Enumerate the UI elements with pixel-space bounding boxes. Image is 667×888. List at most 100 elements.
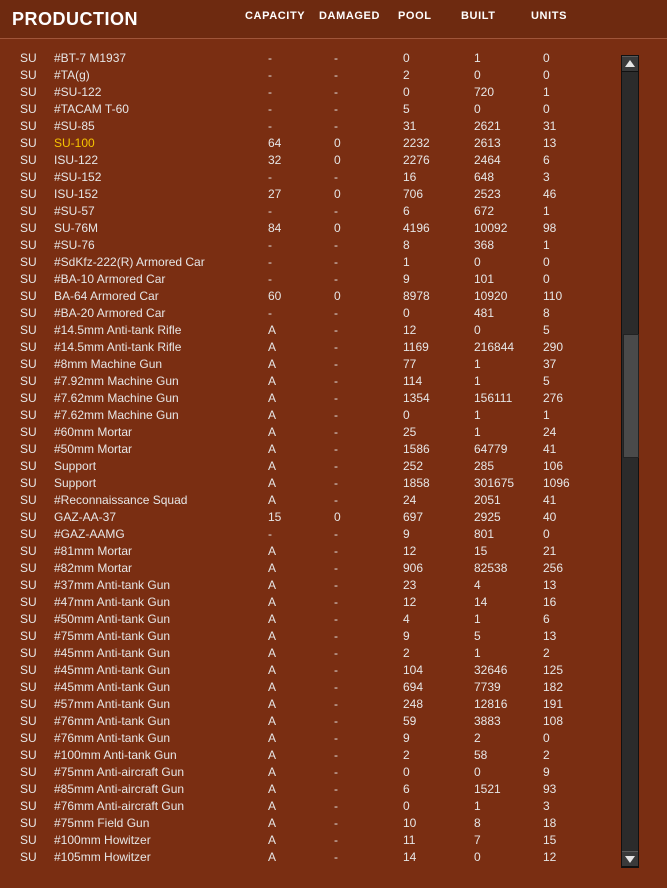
- row-built: 1: [474, 646, 481, 660]
- table-row[interactable]: SU #8mm Machine Gun A - 77 1 37: [0, 356, 620, 373]
- row-type: SU: [20, 680, 37, 694]
- table-row[interactable]: SU #Reconnaissance Squad A - 24 2051 41: [0, 492, 620, 509]
- row-damaged: -: [334, 340, 338, 354]
- row-capacity: -: [268, 170, 272, 184]
- table-row[interactable]: SU Support A - 252 285 106: [0, 458, 620, 475]
- row-units: 3: [543, 170, 550, 184]
- table-row[interactable]: SU #BT-7 M1937 - - 0 1 0: [0, 50, 620, 67]
- table-row[interactable]: SU #45mm Anti-tank Gun A - 104 32646 125: [0, 662, 620, 679]
- column-header-units[interactable]: UNITS: [531, 10, 567, 22]
- table-row[interactable]: SU #100mm Anti-tank Gun A - 2 58 2: [0, 747, 620, 764]
- table-row[interactable]: SU #37mm Anti-tank Gun A - 23 4 13: [0, 577, 620, 594]
- row-name: Support: [54, 476, 97, 490]
- table-row[interactable]: SU #76mm Anti-aircraft Gun A - 0 1 3: [0, 798, 620, 815]
- row-capacity: A: [268, 629, 277, 643]
- row-damaged: -: [334, 476, 338, 490]
- row-built: 368: [474, 238, 495, 252]
- row-type: SU: [20, 323, 37, 337]
- table-row[interactable]: SU #SU-57 - - 6 672 1: [0, 203, 620, 220]
- table-row[interactable]: SU #105mm Howitzer A - 14 0 12: [0, 849, 620, 866]
- table-row[interactable]: SU #50mm Anti-tank Gun A - 4 1 6: [0, 611, 620, 628]
- table-row[interactable]: SU SU-100 64 0 2232 2613 13: [0, 135, 620, 152]
- table-row[interactable]: SU #82mm Mortar A - 906 82538 256: [0, 560, 620, 577]
- table-row[interactable]: SU #45mm Anti-tank Gun A - 2 1 2: [0, 645, 620, 662]
- scroll-down-button[interactable]: [622, 851, 638, 867]
- table-row[interactable]: SU #7.62mm Machine Gun A - 0 1 1: [0, 407, 620, 424]
- table-row[interactable]: SU #GAZ-AAMG - - 9 801 0: [0, 526, 620, 543]
- table-row[interactable]: SU #57mm Anti-tank Gun A - 248 12816 191: [0, 696, 620, 713]
- table-row[interactable]: SU #75mm Anti-aircraft Gun A - 0 0 9: [0, 764, 620, 781]
- column-header-built[interactable]: BUILT: [461, 10, 496, 22]
- row-built: 2925: [474, 510, 501, 524]
- table-row[interactable]: SU #SU-76 - - 8 368 1: [0, 237, 620, 254]
- row-capacity: A: [268, 833, 277, 847]
- table-row[interactable]: SU #BA-20 Armored Car - - 0 481 8: [0, 305, 620, 322]
- table-row[interactable]: SU #7.92mm Machine Gun A - 114 1 5: [0, 373, 620, 390]
- row-capacity: 32: [268, 153, 282, 167]
- row-built: 1521: [474, 782, 501, 796]
- row-pool: 77: [403, 357, 417, 371]
- row-type: SU: [20, 799, 37, 813]
- scroll-up-button[interactable]: [622, 56, 638, 72]
- table-row[interactable]: SU #7.62mm Machine Gun A - 1354 156111 276: [0, 390, 620, 407]
- row-name: #57mm Anti-tank Gun: [54, 697, 171, 711]
- scrollbar-thumb[interactable]: [623, 334, 639, 458]
- row-name: #SU-57: [54, 204, 95, 218]
- row-capacity: A: [268, 799, 277, 813]
- row-damaged: -: [334, 374, 338, 388]
- table-row[interactable]: SU #81mm Mortar A - 12 15 21: [0, 543, 620, 560]
- scrollbar[interactable]: [621, 55, 639, 868]
- table-row[interactable]: SU #TACAM T-60 - - 5 0 0: [0, 101, 620, 118]
- table-row[interactable]: SU #50mm Mortar A - 1586 64779 41: [0, 441, 620, 458]
- row-pool: 24: [403, 493, 417, 507]
- table-row[interactable]: SU #75mm Anti-tank Gun A - 9 5 13: [0, 628, 620, 645]
- row-damaged: -: [334, 323, 338, 337]
- row-pool: 6: [403, 782, 410, 796]
- row-capacity: 64: [268, 136, 282, 150]
- table-row[interactable]: SU #75mm Field Gun A - 10 8 18: [0, 815, 620, 832]
- row-capacity: 15: [268, 510, 282, 524]
- row-capacity: A: [268, 476, 277, 490]
- row-type: SU: [20, 544, 37, 558]
- table-row[interactable]: SU #60mm Mortar A - 25 1 24: [0, 424, 620, 441]
- column-header-capacity[interactable]: CAPACITY: [245, 10, 305, 22]
- table-row[interactable]: SU #76mm Anti-tank Gun A - 9 2 0: [0, 730, 620, 747]
- column-header-damaged[interactable]: DAMAGED: [319, 10, 380, 22]
- table-row[interactable]: SU #85mm Anti-aircraft Gun A - 6 1521 93: [0, 781, 620, 798]
- table-row[interactable]: SU #14.5mm Anti-tank Rifle A - 12 0 5: [0, 322, 620, 339]
- row-damaged: -: [334, 408, 338, 422]
- row-built: 1: [474, 408, 481, 422]
- table-row[interactable]: SU BA-64 Armored Car 60 0 8978 10920 110: [0, 288, 620, 305]
- table-row[interactable]: SU #SU-122 - - 0 720 1: [0, 84, 620, 101]
- row-type: SU: [20, 255, 37, 269]
- table-row[interactable]: SU #SU-152 - - 16 648 3: [0, 169, 620, 186]
- row-pool: 9: [403, 629, 410, 643]
- table-row[interactable]: SU GAZ-AA-37 15 0 697 2925 40: [0, 509, 620, 526]
- row-units: 6: [543, 612, 550, 626]
- table-row[interactable]: SU #76mm Anti-tank Gun A - 59 3883 108: [0, 713, 620, 730]
- table-row[interactable]: SU SU-76M 84 0 4196 10092 98: [0, 220, 620, 237]
- table-row[interactable]: SU ISU-122 32 0 2276 2464 6: [0, 152, 620, 169]
- row-type: SU: [20, 629, 37, 643]
- row-built: 2051: [474, 493, 501, 507]
- row-units: 93: [543, 782, 557, 796]
- row-units: 110: [543, 289, 563, 303]
- table-row[interactable]: SU ISU-152 27 0 706 2523 46: [0, 186, 620, 203]
- row-built: 10092: [474, 221, 508, 235]
- row-built: 5: [474, 629, 481, 643]
- table-row[interactable]: SU #BA-10 Armored Car - - 9 101 0: [0, 271, 620, 288]
- row-units: 37: [543, 357, 557, 371]
- table-row[interactable]: SU Support A - 1858 301675 1096: [0, 475, 620, 492]
- table-row[interactable]: SU #100mm Howitzer A - 11 7 15: [0, 832, 620, 849]
- row-name: #14.5mm Anti-tank Rifle: [54, 323, 182, 337]
- row-pool: 248: [403, 697, 424, 711]
- row-damaged: 0: [334, 187, 341, 201]
- table-row[interactable]: SU #14.5mm Anti-tank Rifle A - 1169 216844 290: [0, 339, 620, 356]
- table-row[interactable]: SU #TA(g) - - 2 0 0: [0, 67, 620, 84]
- row-name: #82mm Mortar: [54, 561, 133, 575]
- table-row[interactable]: SU #45mm Anti-tank Gun A - 694 7739 182: [0, 679, 620, 696]
- table-row[interactable]: SU #SU-85 - - 31 2621 31: [0, 118, 620, 135]
- column-header-pool[interactable]: POOL: [398, 10, 432, 22]
- table-row[interactable]: SU #47mm Anti-tank Gun A - 12 14 16: [0, 594, 620, 611]
- table-row[interactable]: SU #SdKfz-222(R) Armored Car - - 1 0 0: [0, 254, 620, 271]
